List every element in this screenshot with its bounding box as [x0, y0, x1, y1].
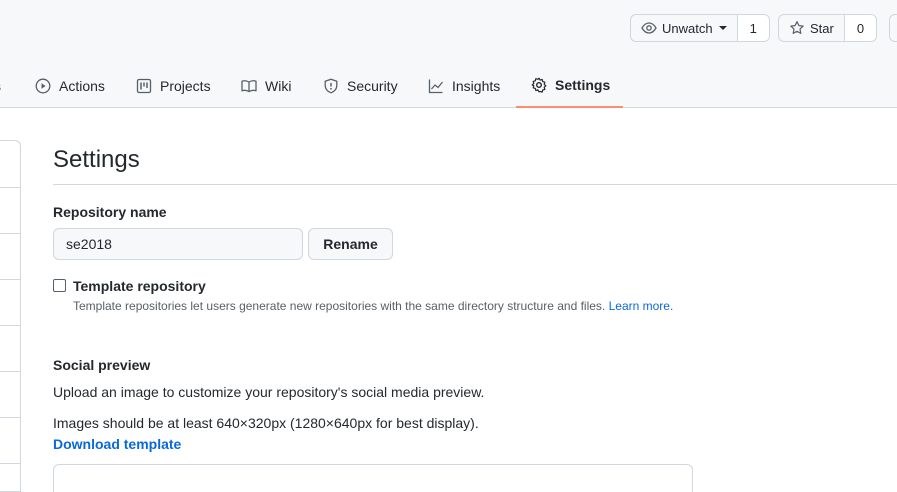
tab-actions[interactable]: Actions	[35, 64, 105, 108]
tab-actions-label: Actions	[59, 78, 105, 94]
sidebar-divider	[0, 325, 20, 326]
watch-button-group: Unwatch 1	[630, 14, 770, 42]
learn-more-link[interactable]: Learn more.	[609, 299, 674, 313]
watchers-count[interactable]: 1	[736, 15, 769, 41]
sidebar-divider	[0, 233, 20, 234]
chevron-down-icon	[718, 26, 727, 30]
tab-wiki-label: Wiki	[265, 78, 292, 94]
star-button-group: Star 0	[778, 14, 878, 42]
graph-icon	[428, 79, 444, 94]
unwatch-button[interactable]: Unwatch	[631, 15, 737, 41]
sidebar-divider	[0, 371, 20, 372]
tab-projects-label: Projects	[160, 78, 211, 94]
page-title: Settings	[53, 146, 140, 173]
tab-insights-label: Insights	[452, 78, 501, 94]
tab-settings-label: Settings	[555, 77, 611, 93]
social-preview-description: Upload an image to customize your reposi…	[53, 384, 485, 400]
template-note-text: Template repositories let users generate…	[73, 299, 606, 313]
download-template-link[interactable]: Download template	[53, 436, 181, 452]
template-repository-checkbox[interactable]	[53, 279, 66, 292]
tab-code-label-fragment: s	[0, 78, 1, 94]
template-repository-label[interactable]: Template repository	[73, 278, 206, 294]
repo-name-input[interactable]	[53, 228, 303, 260]
fork-button-group[interactable]	[889, 14, 897, 42]
unwatch-label: Unwatch	[662, 20, 713, 36]
repo-nav: s Actions Projects Wiki Security Insight…	[0, 64, 897, 108]
sidebar-divider	[0, 463, 20, 464]
shield-icon	[324, 78, 338, 94]
repo-header: Unwatch 1 Star 0 s Actions Projects Wiki…	[0, 0, 897, 108]
social-preview-heading: Social preview	[53, 357, 151, 373]
sidebar-divider	[0, 187, 20, 188]
tab-code[interactable]: s	[0, 64, 4, 108]
rename-button[interactable]: Rename	[308, 228, 393, 260]
eye-icon	[641, 22, 657, 34]
repo-name-label: Repository name	[53, 204, 167, 220]
sidebar-divider	[0, 417, 20, 418]
star-button[interactable]: Star	[779, 15, 844, 41]
tab-security-label: Security	[347, 78, 398, 94]
image-size-note: Images should be at least 640×320px (128…	[53, 415, 479, 431]
tab-wiki[interactable]: Wiki	[241, 64, 291, 108]
book-icon	[241, 80, 257, 93]
tab-settings[interactable]: Settings	[516, 64, 623, 108]
gear-icon	[531, 77, 547, 93]
sidebar-divider	[0, 279, 20, 280]
project-icon	[136, 78, 152, 94]
template-note: Template repositories let users generate…	[73, 299, 673, 313]
tab-projects[interactable]: Projects	[136, 64, 211, 108]
social-preview-dropzone[interactable]	[53, 464, 693, 492]
star-icon	[790, 21, 804, 34]
stargazers-count[interactable]: 0	[843, 15, 877, 41]
star-label: Star	[810, 20, 834, 36]
settings-sidebar	[0, 140, 21, 492]
title-divider	[53, 184, 897, 185]
tab-insights[interactable]: Insights	[428, 64, 500, 108]
tab-security[interactable]: Security	[323, 64, 398, 108]
play-icon	[35, 78, 51, 94]
